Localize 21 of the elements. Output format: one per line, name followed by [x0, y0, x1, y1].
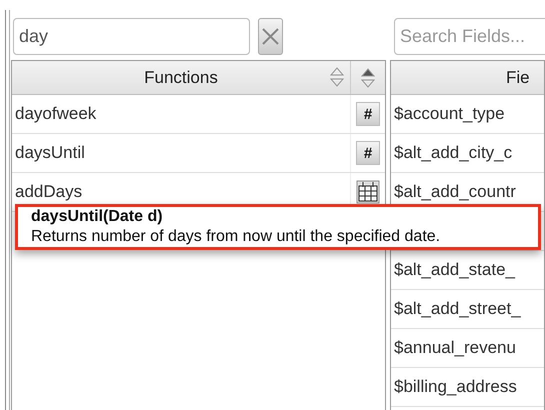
function-name[interactable]: addDays [15, 182, 82, 202]
function-name[interactable]: daysUntil [15, 143, 85, 163]
field-search-field[interactable]: Search Fields... [394, 18, 545, 55]
field-name[interactable]: $alt_add_city_c [394, 143, 512, 163]
field-name[interactable]: $alt_add_countr [394, 182, 516, 202]
field-name[interactable]: $billing_address [394, 377, 517, 397]
function-search-field[interactable]: day [13, 18, 250, 55]
field-name[interactable]: $alt_add_street_ [394, 299, 521, 319]
function-signature: daysUntil(Date d) [31, 207, 164, 227]
field-name[interactable]: $alt_add_state_ [394, 260, 515, 280]
function-name[interactable]: dayofweek [15, 104, 96, 124]
number-type-badge: # [356, 141, 380, 165]
column-header[interactable]: Functions [144, 68, 218, 88]
sort-icon[interactable] [361, 66, 375, 88]
close-icon [262, 28, 279, 45]
column-header[interactable]: Fie [506, 68, 530, 88]
function-description: Returns number of days from now until the specified date. [31, 227, 442, 247]
field-name[interactable]: $account_type [394, 104, 505, 124]
field-name[interactable]: $annual_revenu [394, 338, 516, 358]
number-type-badge: # [356, 102, 380, 126]
clear-button[interactable] [258, 18, 283, 55]
